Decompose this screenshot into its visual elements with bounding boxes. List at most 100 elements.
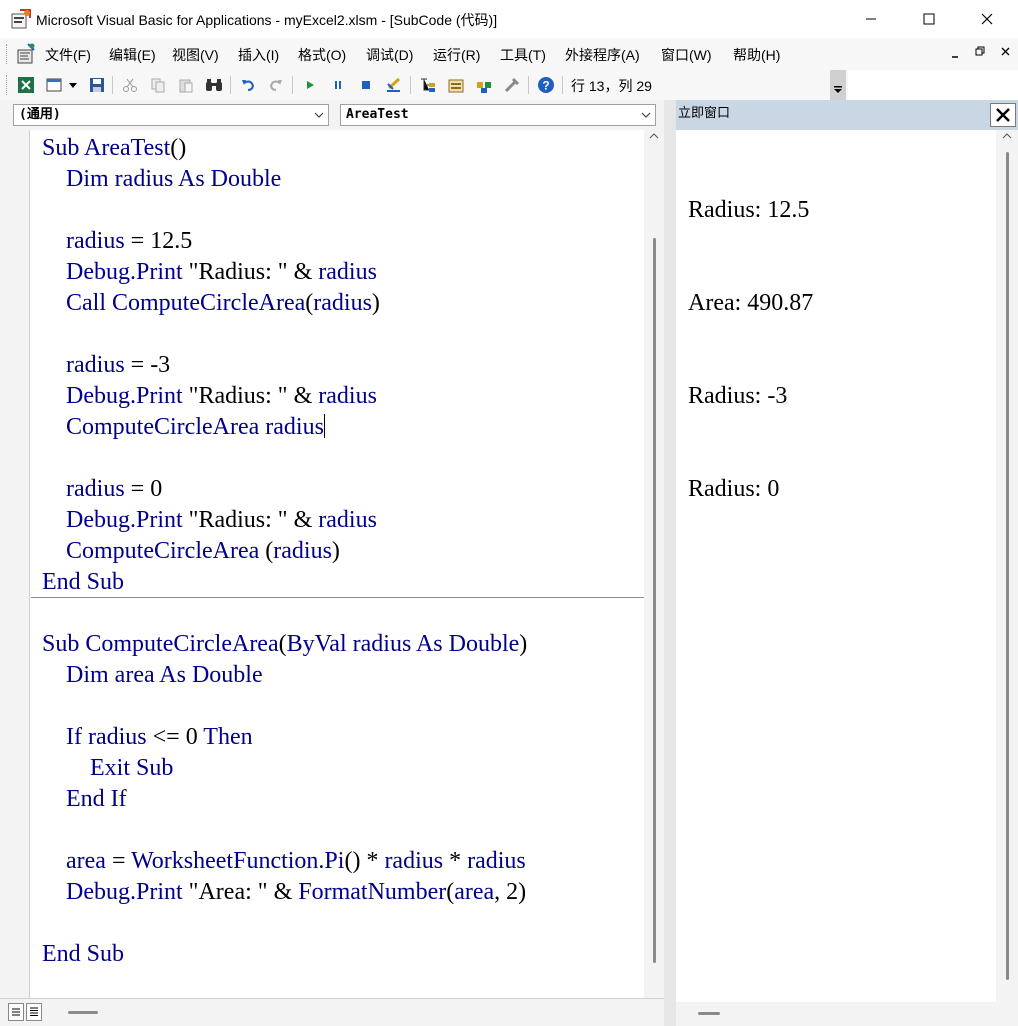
- toolbar-grip[interactable]: [6, 75, 9, 95]
- code-token-keyword: radius: [42, 352, 125, 378]
- code-token-keyword: area: [454, 879, 495, 905]
- menu-view[interactable]: 视图(V): [172, 45, 219, 65]
- project-explorer-button[interactable]: [418, 75, 438, 95]
- code-line[interactable]: End If: [42, 784, 527, 815]
- vba-app-icon: [11, 9, 31, 29]
- vba-module-icon[interactable]: [14, 42, 38, 66]
- cut-button[interactable]: [120, 75, 140, 95]
- code-line[interactable]: Debug.Print "Radius: " & radius: [42, 505, 527, 536]
- code-line[interactable]: Debug.Print "Area: " & FormatNumber(area…: [42, 877, 527, 908]
- code-line[interactable]: [42, 598, 527, 629]
- code-line[interactable]: [42, 195, 527, 226]
- run-button[interactable]: [300, 75, 320, 95]
- code-token-keyword: If radius: [42, 724, 147, 750]
- find-button[interactable]: [204, 75, 224, 95]
- code-line[interactable]: [42, 691, 527, 722]
- procedure-view-button[interactable]: [8, 1003, 24, 1021]
- menu-edit[interactable]: 编辑(E): [109, 45, 156, 65]
- code-editor[interactable]: Sub AreaTest() Dim radius As Double radi…: [0, 130, 664, 998]
- properties-window-button[interactable]: [446, 75, 466, 95]
- code-line[interactable]: Call ComputeCircleArea(radius): [42, 288, 527, 319]
- code-line[interactable]: ComputeCircleArea (radius): [42, 536, 527, 567]
- code-token-plain: ): [519, 631, 528, 657]
- code-line[interactable]: Sub ComputeCircleArea(ByVal radius As Do…: [42, 629, 527, 660]
- code-text[interactable]: Sub AreaTest() Dim radius As Double radi…: [42, 133, 527, 970]
- maximize-icon: [923, 13, 935, 25]
- pane-splitter[interactable]: [664, 100, 676, 1026]
- paste-button[interactable]: [176, 75, 196, 95]
- immediate-window-output[interactable]: Radius: 12.5 Area: 490.87 Radius: -3 Rad…: [676, 130, 996, 1002]
- code-line[interactable]: Debug.Print "Radius: " & radius: [42, 257, 527, 288]
- code-scroll-thumb[interactable]: [653, 238, 656, 963]
- code-line[interactable]: End Sub: [42, 939, 527, 970]
- code-line[interactable]: ComputeCircleArea radius: [42, 412, 527, 443]
- child-close-icon[interactable]: [1001, 47, 1010, 56]
- menu-window[interactable]: 窗口(W): [661, 45, 712, 65]
- full-module-view-icon: [30, 1007, 38, 1016]
- save-button[interactable]: [87, 75, 107, 95]
- child-minimize-icon[interactable]: [950, 52, 960, 58]
- breakpoint-margin[interactable]: [0, 130, 30, 998]
- immediate-horizontal-scrollbar[interactable]: [676, 1002, 1018, 1026]
- break-button[interactable]: [328, 75, 348, 95]
- procedure-combobox[interactable]: AreaTest: [340, 104, 656, 126]
- code-line[interactable]: [42, 815, 527, 846]
- code-line[interactable]: area = WorksheetFunction.Pi() * radius *…: [42, 846, 527, 877]
- menu-debug[interactable]: 调试(D): [366, 45, 413, 65]
- code-line[interactable]: Dim radius As Double: [42, 164, 527, 195]
- scroll-up-icon[interactable]: [1002, 133, 1012, 139]
- toolbar-separator: [230, 76, 231, 94]
- object-browser-button[interactable]: [474, 75, 494, 95]
- code-line[interactable]: Dim area As Double: [42, 660, 527, 691]
- code-line[interactable]: [42, 319, 527, 350]
- code-window-footer: [0, 998, 664, 1026]
- code-line[interactable]: Debug.Print "Radius: " & radius: [42, 381, 527, 412]
- reset-button[interactable]: [356, 75, 376, 95]
- code-line[interactable]: radius = -3: [42, 350, 527, 381]
- code-line[interactable]: If radius <= 0 Then: [42, 722, 527, 753]
- menu-help[interactable]: 帮助(H): [733, 45, 780, 65]
- child-restore-icon[interactable]: [975, 46, 985, 56]
- code-token-keyword: area: [42, 848, 106, 874]
- menu-format[interactable]: 格式(O): [298, 45, 346, 65]
- immediate-scroll-thumb[interactable]: [1006, 152, 1009, 980]
- code-vertical-scrollbar[interactable]: [644, 130, 664, 998]
- code-line[interactable]: Sub AreaTest(): [42, 133, 527, 164]
- menu-file[interactable]: 文件(F): [45, 45, 91, 65]
- code-line[interactable]: radius = 0: [42, 474, 527, 505]
- insert-userform-button[interactable]: [44, 75, 64, 95]
- code-token-keyword: End Sub: [42, 569, 125, 595]
- code-line[interactable]: [42, 908, 527, 939]
- menu-tools[interactable]: 工具(T): [500, 45, 546, 65]
- copy-button[interactable]: [148, 75, 168, 95]
- code-line[interactable]: Exit Sub: [42, 753, 527, 784]
- immediate-vertical-scrollbar[interactable]: [996, 130, 1018, 1002]
- insert-dropdown-button[interactable]: [66, 75, 80, 95]
- help-button[interactable]: ?: [536, 75, 556, 95]
- menubar-grip[interactable]: [6, 44, 9, 64]
- toolbar-options-button[interactable]: [830, 70, 846, 100]
- view-excel-button[interactable]: [16, 75, 36, 95]
- object-combobox[interactable]: (通用): [13, 104, 329, 126]
- code-line[interactable]: [42, 443, 527, 474]
- toolbox-button[interactable]: [502, 75, 522, 95]
- menu-insert[interactable]: 插入(I): [238, 45, 279, 65]
- redo-button[interactable]: [266, 75, 286, 95]
- code-token-plain: (: [278, 631, 287, 657]
- close-button[interactable]: [958, 0, 1016, 38]
- code-token-plain: = -3: [124, 352, 171, 378]
- code-line[interactable]: End Sub: [42, 567, 527, 598]
- maximize-button[interactable]: [900, 0, 958, 38]
- scroll-up-icon[interactable]: [649, 133, 659, 139]
- minimize-button[interactable]: [842, 0, 900, 38]
- immediate-window-close-button[interactable]: [990, 103, 1016, 127]
- code-horizontal-scroll-thumb[interactable]: [68, 1011, 98, 1014]
- design-mode-button[interactable]: [384, 75, 404, 95]
- menu-addins[interactable]: 外接程序(A): [565, 45, 640, 65]
- menu-run[interactable]: 运行(R): [433, 45, 480, 65]
- full-module-view-button[interactable]: [26, 1003, 42, 1021]
- code-line[interactable]: radius = 12.5: [42, 226, 527, 257]
- toolbar-separator: [562, 76, 563, 94]
- undo-button[interactable]: [238, 75, 258, 95]
- immediate-hscroll-thumb[interactable]: [698, 1012, 720, 1015]
